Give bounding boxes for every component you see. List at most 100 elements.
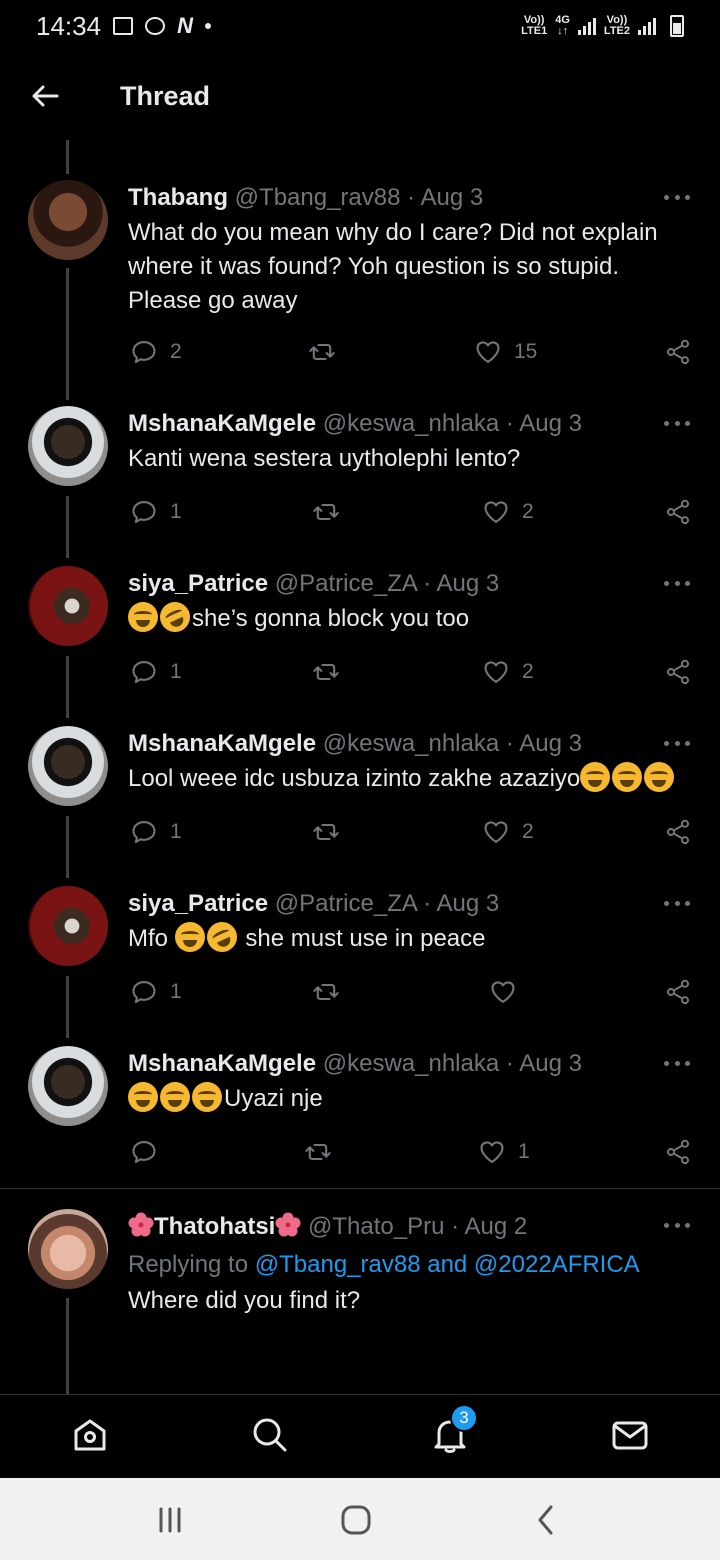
- reply-icon: [130, 658, 158, 686]
- retweet-button[interactable]: [310, 652, 354, 692]
- thread-connector: [66, 140, 69, 174]
- share-button[interactable]: [664, 652, 692, 692]
- author-handle[interactable]: @Thato_Pru: [308, 1213, 444, 1240]
- replying-to-mentions[interactable]: @Tbang_rav88 and @2022AFRICA: [255, 1251, 640, 1278]
- avatar[interactable]: [28, 886, 108, 966]
- tweet-date: Aug 3: [519, 1050, 582, 1077]
- separator: ·: [407, 184, 416, 211]
- thread-divider: [0, 1188, 720, 1189]
- author-name[interactable]: siya_Patrice: [128, 890, 268, 917]
- reply-button[interactable]: 1: [130, 492, 182, 532]
- more-icon[interactable]: [664, 192, 690, 202]
- author-name[interactable]: MshanaKaMgele: [128, 1050, 316, 1077]
- author-handle[interactable]: @Patrice_ZA: [275, 570, 417, 597]
- author-name[interactable]: siya_Patrice: [128, 570, 268, 597]
- reply-button[interactable]: 1: [130, 972, 182, 1012]
- thread-header: Thread: [0, 52, 720, 140]
- nav-home[interactable]: [68, 1413, 112, 1457]
- like-button[interactable]: 15: [474, 332, 537, 372]
- share-icon: [664, 818, 692, 846]
- avatar[interactable]: [28, 1046, 108, 1126]
- hibiscus-emoji-icon: [275, 1212, 301, 1237]
- author-handle[interactable]: @Tbang_rav88: [235, 184, 401, 211]
- like-icon: [474, 338, 502, 366]
- like-button[interactable]: 2: [482, 492, 534, 532]
- share-icon: [664, 338, 692, 366]
- joy-emoji-icon: [644, 762, 675, 792]
- author-handle[interactable]: @Patrice_ZA: [275, 890, 417, 917]
- tweet-text: Where did you find it?: [128, 1287, 361, 1314]
- battery-icon: [670, 15, 684, 37]
- like-button[interactable]: [489, 972, 529, 1012]
- reply-button[interactable]: 1: [130, 652, 182, 692]
- more-icon[interactable]: [664, 738, 690, 748]
- home-system-button[interactable]: [336, 1500, 376, 1540]
- reply-button[interactable]: [130, 1132, 170, 1172]
- sim2-lte-label: LTE2: [603, 25, 630, 37]
- author-name[interactable]: Thabang: [128, 184, 228, 211]
- like-button[interactable]: 1: [478, 1132, 530, 1172]
- tweet-text-container: Uyazi nje: [128, 1082, 688, 1116]
- signal2-icon: [638, 17, 656, 35]
- retweet-button[interactable]: [302, 1132, 346, 1172]
- signal1-icon: [577, 17, 596, 35]
- author-handle[interactable]: @keswa_nhlaka: [323, 410, 499, 437]
- tweet-actions: 1 2: [0, 652, 720, 692]
- more-icon[interactable]: [664, 1058, 690, 1068]
- tweet-header: Thatohatsi @Thato_Pru · Aug 2: [128, 1212, 527, 1241]
- tweet-header: siya_Patrice @Patrice_ZA · Aug 3: [128, 890, 499, 918]
- avatar[interactable]: [28, 1209, 108, 1289]
- gallery-icon: [113, 17, 134, 35]
- back-arrow-icon: [32, 85, 59, 107]
- tweet-text: Uyazi nje: [224, 1085, 323, 1112]
- reply-button[interactable]: 1: [130, 812, 182, 852]
- status-time: 14:34: [36, 10, 102, 41]
- share-button[interactable]: [664, 1132, 692, 1172]
- tweet-text: Lool weee idc usbuza izinto zakhe azaziy…: [128, 765, 581, 792]
- author-handle[interactable]: @keswa_nhlaka: [323, 1050, 499, 1077]
- author-name[interactable]: MshanaKaMgele: [128, 410, 316, 437]
- tweet-header: MshanaKaMgele @keswa_nhlaka · Aug 3: [128, 410, 582, 438]
- system-back-button[interactable]: [526, 1500, 566, 1540]
- avatar[interactable]: [28, 726, 108, 806]
- retweet-icon: [310, 978, 342, 1006]
- share-icon: [664, 498, 692, 526]
- retweet-button[interactable]: [306, 332, 350, 372]
- netflix-icon: N: [177, 13, 193, 38]
- nav-messages[interactable]: [608, 1413, 652, 1457]
- like-button[interactable]: 2: [482, 652, 534, 692]
- nav-search[interactable]: [248, 1413, 292, 1457]
- separator: ·: [423, 570, 432, 597]
- more-icon[interactable]: [664, 418, 690, 428]
- retweet-button[interactable]: [310, 972, 354, 1012]
- tweet-text-container: she’s gonna block you too: [128, 597, 688, 637]
- recents-button[interactable]: [150, 1500, 190, 1540]
- retweet-icon: [306, 338, 338, 366]
- like-icon: [482, 658, 510, 686]
- like-button[interactable]: 2: [482, 812, 534, 852]
- author-name[interactable]: Thatohatsi: [154, 1213, 275, 1240]
- share-button[interactable]: [664, 972, 692, 1012]
- avatar[interactable]: [28, 406, 108, 486]
- separator: ·: [423, 890, 432, 917]
- back-button[interactable]: [0, 52, 90, 140]
- more-icon[interactable]: [664, 1220, 690, 1230]
- mail-icon: [612, 1421, 648, 1450]
- more-icon[interactable]: [664, 578, 690, 588]
- retweet-button[interactable]: [310, 492, 354, 532]
- share-button[interactable]: [664, 492, 692, 532]
- share-button[interactable]: [664, 332, 692, 372]
- avatar[interactable]: [28, 566, 108, 646]
- reply-count: 1: [170, 500, 182, 523]
- notifications-badge: 3: [450, 1404, 478, 1432]
- more-icon[interactable]: [664, 898, 690, 908]
- reply-icon: [130, 498, 158, 526]
- share-button[interactable]: [664, 812, 692, 852]
- bottom-nav: [0, 1394, 720, 1478]
- retweet-button[interactable]: [310, 812, 354, 852]
- reply-button[interactable]: 2: [130, 332, 182, 372]
- tweet-actions: 1: [0, 1132, 720, 1172]
- author-handle[interactable]: @keswa_nhlaka: [323, 730, 499, 757]
- author-name[interactable]: MshanaKaMgele: [128, 730, 316, 757]
- avatar[interactable]: [28, 180, 108, 260]
